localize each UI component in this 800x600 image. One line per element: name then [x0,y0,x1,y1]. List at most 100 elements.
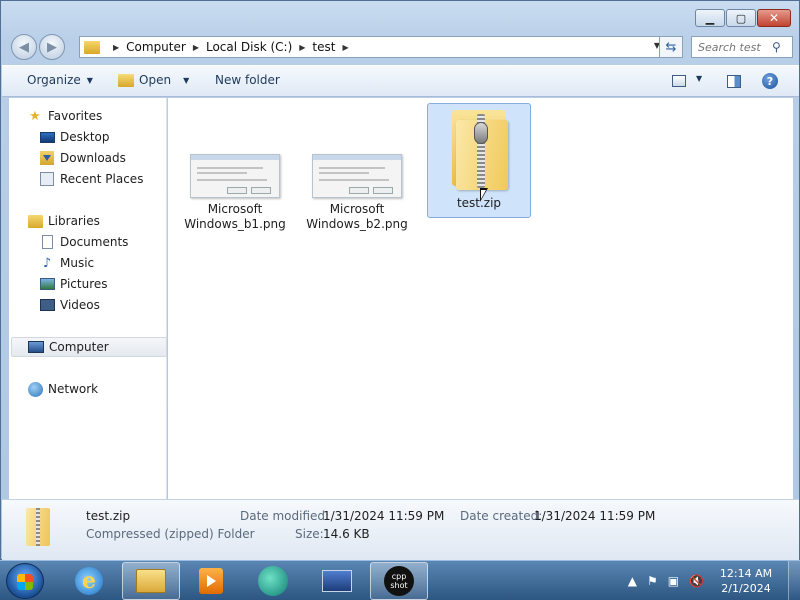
breadcrumb-test[interactable]: test [312,40,335,54]
sidebar-item-favorites[interactable]: ★ Favorites [27,106,102,126]
zip-folder-icon [26,506,52,546]
breadcrumb: ▶ Computer ▶ Local Disk (C:) ▶ test ▶ [106,40,356,54]
window-controls: ▁ ▢ ✕ [695,9,791,27]
sidebar-item-downloads[interactable]: Downloads [39,148,126,168]
taskbar-remote-desktop[interactable] [308,562,366,600]
sidebar-label: Network [48,382,99,396]
network-status-icon[interactable]: ▣ [668,574,679,588]
sidebar-label: Libraries [48,214,100,228]
organize-label: Organize [27,73,81,87]
sidebar-item-computer[interactable]: Computer [11,337,167,357]
windows-explorer-icon [136,569,166,593]
sidebar-label: Videos [60,298,100,312]
sidebar-label: Music [60,256,95,270]
date-modified-value: 1/31/2024 11:59 PM [323,509,445,523]
sidebar-item-documents[interactable]: Documents [39,232,128,252]
preview-pane-button[interactable] [727,75,741,88]
preview-pane-icon [727,75,741,88]
refresh-icon: ⇆ [665,39,677,55]
date-modified-label: Date modified: [240,509,330,523]
back-arrow-icon: ◀ [19,39,29,55]
mouse-cursor-fill [481,190,486,199]
view-options-dropdown[interactable]: ▼ [696,74,702,83]
sidebar-item-pictures[interactable]: Pictures [39,274,108,294]
organize-button[interactable]: Organize ▼ [27,73,93,87]
size-label: Size: [295,527,324,541]
maximize-button[interactable]: ▢ [726,9,756,27]
maximize-icon: ▢ [735,11,747,25]
show-hidden-icons-icon[interactable]: ▲ [628,574,637,588]
start-button[interactable] [6,563,44,599]
breadcrumb-separator-icon[interactable]: ▶ [299,43,305,52]
address-bar[interactable]: ▶ Computer ▶ Local Disk (C:) ▶ test ▶ ▼ [79,36,665,58]
breadcrumb-computer[interactable]: Computer [126,40,186,54]
refresh-button[interactable]: ⇆ [659,36,683,58]
date-created-value: 1/31/2024 11:59 PM [534,509,656,523]
breadcrumb-separator-icon[interactable]: ▶ [193,43,199,52]
open-folder-icon [118,73,134,87]
file-name: Microsoft Windows_b1.png [184,202,286,231]
documents-icon [41,235,53,249]
new-folder-button[interactable]: New folder [215,73,280,87]
breadcrumb-local-disk[interactable]: Local Disk (C:) [206,40,292,54]
new-folder-label: New folder [215,73,280,87]
navigation-bar: ◀ ▶ ▶ Computer ▶ Local Disk (C:) ▶ test … [9,33,793,61]
volume-muted-icon[interactable]: 🔇 [689,574,704,588]
sidebar-item-recent-places[interactable]: Recent Places [39,169,143,189]
sidebar-item-libraries[interactable]: Libraries [27,211,100,231]
sidebar-item-music[interactable]: ♪ Music [39,253,94,273]
minimize-icon: ▁ [705,11,715,25]
sidebar-label: Pictures [60,277,108,291]
date-created-label: Date created: [460,509,543,523]
system-tray: ▲ ⚑ ▣ 🔇 12:14 AM 2/1/2024 [628,561,800,600]
change-view-button[interactable] [672,75,686,87]
help-button[interactable]: ? [762,73,778,89]
pictures-icon [39,278,55,290]
computer-icon [28,341,44,353]
sidebar-item-videos[interactable]: Videos [39,295,100,315]
taskbar-media-player[interactable] [182,562,240,600]
search-input[interactable] [698,40,772,54]
internet-explorer-icon: e [75,567,103,595]
downloads-icon [40,151,54,165]
open-label: Open [139,73,172,87]
breadcrumb-separator-icon[interactable]: ▶ [342,43,348,52]
clock-time: 12:14 AM [719,567,773,580]
file-item[interactable]: Microsoft Windows_b1.png [183,104,287,232]
file-list[interactable]: Microsoft Windows_b1.png Microsoft Windo… [168,98,793,499]
image-thumbnail [190,154,280,198]
media-player-icon [199,568,223,594]
search-icon[interactable]: ⚲ [772,40,781,54]
close-button[interactable]: ✕ [757,9,791,27]
show-desktop-button[interactable] [788,561,800,600]
videos-icon [39,299,55,311]
monitor-icon [322,570,352,592]
forward-button[interactable]: ▶ [39,34,65,60]
sidebar-label: Computer [49,340,109,354]
zip-folder-icon [446,106,512,190]
action-center-flag-icon[interactable]: ⚑ [647,574,658,588]
file-item-selected[interactable]: test.zip [427,103,531,218]
chevron-down-icon[interactable]: ▼ [183,76,189,85]
taskbar-windows-explorer[interactable] [122,562,180,600]
taskbar-cppshot[interactable]: cpp shot [370,562,428,600]
taskbar-app-round[interactable] [244,562,302,600]
minimize-button[interactable]: ▁ [695,9,725,27]
file-item[interactable]: Microsoft Windows_b2.png [305,104,409,232]
network-icon [27,381,43,397]
search-box[interactable]: ⚲ [691,36,793,58]
sidebar-label: Recent Places [60,172,144,186]
view-icon [672,75,686,87]
folder-icon [84,40,100,54]
sidebar-item-desktop[interactable]: Desktop [39,127,110,147]
taskbar-internet-explorer[interactable]: e [60,562,118,600]
open-button[interactable]: Open ▼ [118,73,189,87]
back-button[interactable]: ◀ [11,34,37,60]
clock[interactable]: 12:14 AM 2/1/2024 [714,566,778,596]
details-file-name: test.zip [86,509,131,523]
details-pane: test.zip Compressed (zipped) Folder Date… [2,499,799,560]
sidebar-label: Desktop [60,130,110,144]
file-name: Microsoft Windows_b2.png [306,202,408,231]
sidebar-item-network[interactable]: Network [27,379,98,399]
size-value: 14.6 KB [323,527,370,541]
